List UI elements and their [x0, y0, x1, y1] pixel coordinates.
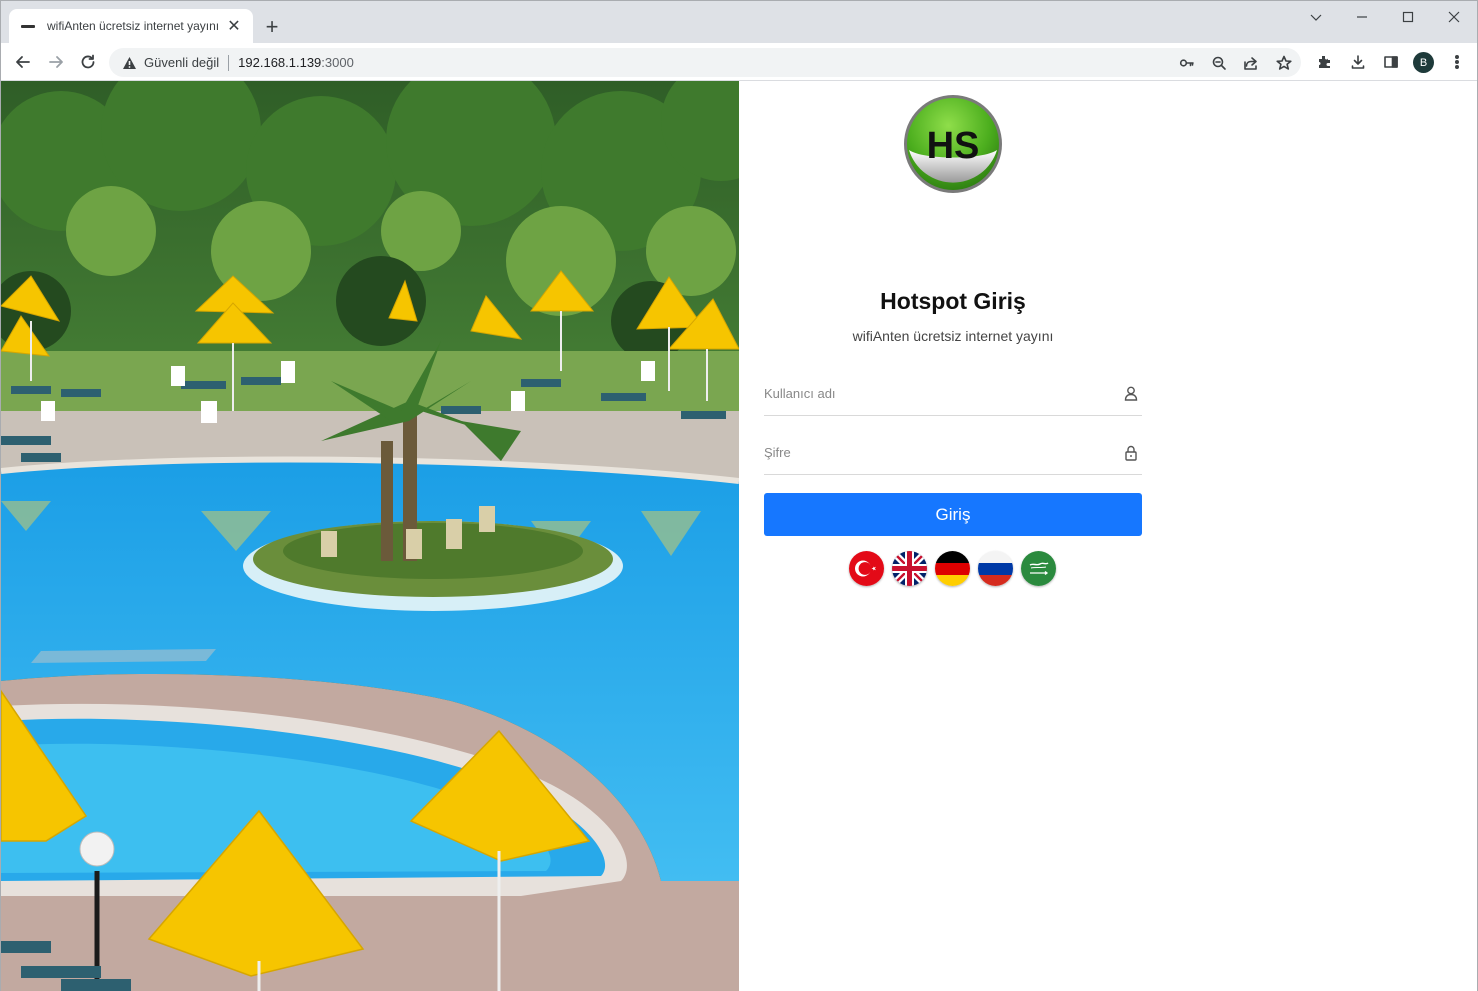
- security-label[interactable]: Güvenli değil: [144, 55, 219, 70]
- password-input[interactable]: [764, 445, 1122, 460]
- key-icon[interactable]: [1178, 54, 1196, 72]
- zoom-icon[interactable]: [1210, 54, 1228, 72]
- tab-strip: wifiAnten ücretsiz internet yayını ✕ +: [1, 1, 1477, 43]
- download-icon[interactable]: [1348, 52, 1368, 72]
- new-tab-button[interactable]: +: [259, 14, 285, 40]
- address-bar[interactable]: Güvenli değil 192.168.1.139:3000: [109, 48, 1301, 77]
- minimize-icon[interactable]: [1339, 1, 1385, 33]
- uk-flag-icon[interactable]: [892, 551, 927, 586]
- page-subtitle: wifiAnten ücretsiz internet yayını: [852, 328, 1054, 344]
- language-selector: [849, 551, 1056, 586]
- hotspot-logo: HS: [903, 94, 1003, 194]
- url-host: 192.168.1.139: [238, 55, 322, 70]
- close-window-icon[interactable]: [1431, 1, 1477, 33]
- page-content: HS Hotspot Giriş wifiAnten ücretsiz inte…: [1, 81, 1477, 991]
- saudi-arabia-flag-icon[interactable]: [1021, 551, 1056, 586]
- germany-flag-icon[interactable]: [935, 551, 970, 586]
- back-button[interactable]: [9, 48, 37, 76]
- browser-window: wifiAnten ücretsiz internet yayını ✕ + G…: [0, 0, 1478, 991]
- extensions-icon[interactable]: [1314, 52, 1334, 72]
- favicon-icon: [21, 21, 37, 31]
- forward-button[interactable]: [42, 48, 70, 76]
- maximize-icon[interactable]: [1385, 1, 1431, 33]
- browser-toolbar: Güvenli değil 192.168.1.139:3000 B: [1, 43, 1477, 81]
- turkey-flag-icon[interactable]: [849, 551, 884, 586]
- browser-tab[interactable]: wifiAnten ücretsiz internet yayını ✕: [9, 9, 253, 43]
- user-icon: [1122, 385, 1140, 403]
- close-tab-icon[interactable]: ✕: [225, 17, 243, 35]
- password-field[interactable]: [764, 431, 1142, 475]
- tab-search-icon[interactable]: [1293, 1, 1339, 33]
- resort-pool-image: [1, 81, 739, 991]
- login-panel: HS Hotspot Giriş wifiAnten ücretsiz inte…: [739, 81, 1477, 991]
- side-panel-icon[interactable]: [1381, 52, 1401, 72]
- tab-title: wifiAnten ücretsiz internet yayını: [47, 19, 220, 33]
- address-separator: [228, 54, 230, 71]
- url-port: :3000: [321, 55, 354, 70]
- share-icon[interactable]: [1242, 54, 1260, 72]
- russia-flag-icon[interactable]: [978, 551, 1013, 586]
- reload-button[interactable]: [74, 48, 102, 76]
- logo-text: HS: [927, 125, 980, 167]
- login-button[interactable]: Giriş: [764, 493, 1142, 536]
- username-field[interactable]: [764, 372, 1142, 416]
- profile-avatar[interactable]: B: [1413, 52, 1434, 73]
- warning-icon[interactable]: [121, 55, 137, 71]
- url-text[interactable]: 192.168.1.139:3000: [238, 55, 354, 70]
- menu-kebab-icon[interactable]: [1447, 52, 1467, 72]
- page-title: Hotspot Giriş: [880, 288, 1026, 314]
- lock-icon: [1122, 444, 1140, 462]
- username-input[interactable]: [764, 386, 1122, 401]
- bookmark-star-icon[interactable]: [1275, 54, 1293, 72]
